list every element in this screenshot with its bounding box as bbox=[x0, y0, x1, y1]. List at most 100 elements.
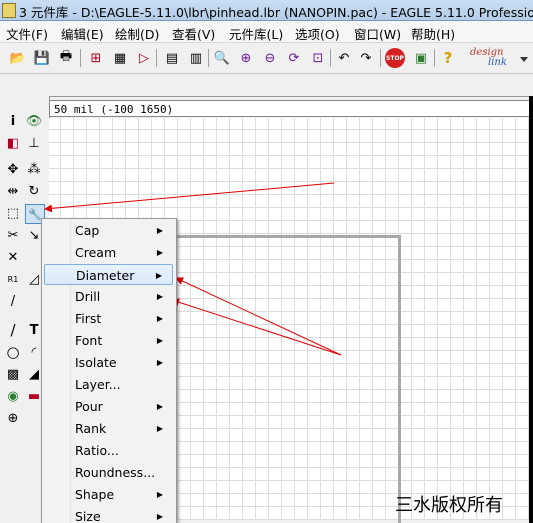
menu-item-label: Shape bbox=[75, 487, 115, 502]
menu-item-label: Layer... bbox=[75, 377, 121, 392]
mark-icon[interactable]: ⊥ bbox=[25, 134, 43, 152]
window-frame bbox=[529, 96, 533, 523]
submenu-arrow-icon: ▶ bbox=[156, 402, 163, 411]
menu-item-pour[interactable]: Pour ▶ bbox=[44, 396, 173, 417]
info-icon[interactable]: i bbox=[4, 112, 22, 130]
schematic-icon[interactable]: ▦ bbox=[110, 48, 130, 68]
submenu-arrow-icon: ▶ bbox=[156, 490, 163, 499]
wire-icon[interactable]: / bbox=[4, 292, 22, 310]
submenu-arrow-icon: ▶ bbox=[156, 424, 163, 433]
menu-item-label: Drill bbox=[75, 289, 101, 304]
delete-icon[interactable]: ✕ bbox=[4, 248, 22, 266]
rotate-icon[interactable]: ↻ bbox=[25, 182, 43, 200]
package-outline[interactable] bbox=[172, 235, 401, 523]
menu-item-drill[interactable]: Drill ▶ bbox=[44, 286, 173, 307]
zoom-select-icon[interactable]: ⊡ bbox=[308, 48, 328, 68]
menu-options[interactable]: 选项(O) bbox=[295, 24, 340, 43]
copyright-watermark: 三水版权所有 bbox=[395, 495, 503, 516]
menu-window[interactable]: 窗口(W) bbox=[354, 24, 401, 43]
submenu-arrow-icon: ▶ bbox=[156, 336, 163, 345]
menu-item-first[interactable]: First ▶ bbox=[44, 308, 173, 329]
save-icon[interactable]: 💾 bbox=[32, 48, 52, 68]
menu-item-label: Ratio... bbox=[75, 443, 119, 458]
menu-item-label: Cream bbox=[75, 245, 117, 260]
rect-icon[interactable]: ▩ bbox=[4, 365, 22, 383]
circle-icon[interactable]: ○ bbox=[4, 343, 22, 361]
window-title: 3 元件库 - D:\EAGLE-5.11.0\lbr\pinhead.lbr … bbox=[19, 5, 533, 20]
undo-icon[interactable]: ↶ bbox=[334, 48, 354, 68]
menu-item-isolate[interactable]: Isolate ▶ bbox=[44, 352, 173, 373]
group-icon[interactable]: ⬚ bbox=[4, 204, 22, 222]
menu-item-shape[interactable]: Shape ▶ bbox=[44, 484, 173, 505]
menu-library[interactable]: 元件库(L) bbox=[229, 24, 283, 43]
submenu-arrow-icon: ▶ bbox=[156, 314, 163, 323]
menu-bar: 文件(F) 编辑(E) 绘制(D) 查看(V) 元件库(L) 选项(O) 窗口(… bbox=[0, 21, 533, 43]
symbol-icon[interactable]: ▷ bbox=[134, 48, 154, 68]
menu-item-layer[interactable]: Layer... bbox=[44, 374, 173, 395]
ulp-icon[interactable]: ▥ bbox=[186, 48, 206, 68]
menu-draw[interactable]: 绘制(D) bbox=[115, 24, 159, 43]
hole-icon[interactable]: ⊕ bbox=[4, 409, 22, 427]
cut-icon[interactable]: ✂ bbox=[4, 226, 22, 244]
title-bar[interactable]: 3 元件库 - D:\EAGLE-5.11.0\lbr\pinhead.lbr … bbox=[0, 0, 533, 21]
logo-line-2: link bbox=[488, 57, 507, 68]
menu-item-label: Diameter bbox=[76, 268, 135, 283]
toolbar-separator bbox=[208, 49, 209, 67]
menu-edit[interactable]: 编辑(E) bbox=[61, 24, 104, 43]
toolbar-separator bbox=[330, 49, 331, 67]
zoom-out-icon[interactable]: ⊖ bbox=[260, 48, 280, 68]
layer-display-icon[interactable]: ◧ bbox=[4, 134, 22, 152]
toolbar-separator bbox=[156, 49, 157, 67]
menu-item-size[interactable]: Size ▶ bbox=[44, 506, 173, 523]
submenu-arrow-icon: ▶ bbox=[155, 271, 162, 280]
eye-icon[interactable]: 👁 bbox=[25, 112, 43, 130]
copy-icon[interactable]: ⁂ bbox=[25, 160, 43, 178]
menu-item-label: First bbox=[75, 311, 102, 326]
menu-item-cap[interactable]: Cap ▶ bbox=[44, 220, 173, 241]
menu-item-rank[interactable]: Rank ▶ bbox=[44, 418, 173, 439]
toolbar-dropdown-icon[interactable] bbox=[520, 57, 528, 62]
toolbar: 📂 💾 🖶 ⊞ ▦ ▷ ▤ ▥ 🔍 ⊕ ⊖ ⟳ ⊡ ↶ ↷ STOP ▣ ? d… bbox=[0, 43, 533, 74]
eagle-window: 3 元件库 - D:\EAGLE-5.11.0\lbr\pinhead.lbr … bbox=[0, 0, 533, 523]
submenu-arrow-icon: ▶ bbox=[156, 512, 163, 521]
designlink-logo[interactable]: design link bbox=[470, 48, 518, 68]
submenu-arrow-icon: ▶ bbox=[156, 292, 163, 301]
script-icon[interactable]: ▤ bbox=[162, 48, 182, 68]
mirror-icon[interactable]: ⇹ bbox=[4, 182, 22, 200]
submenu-arrow-icon: ▶ bbox=[156, 226, 163, 235]
wire-icon[interactable]: / bbox=[4, 321, 22, 339]
menu-item-label: Font bbox=[75, 333, 103, 348]
print-icon[interactable]: 🖶 bbox=[56, 48, 76, 68]
menu-item-diameter[interactable]: Diameter ▶ bbox=[44, 264, 173, 285]
menu-view[interactable]: 查看(V) bbox=[172, 24, 215, 43]
pad-icon[interactable]: ◉ bbox=[4, 387, 22, 405]
menu-item-ratio[interactable]: Ratio... bbox=[44, 440, 173, 461]
zoom-fit-icon[interactable]: 🔍 bbox=[212, 48, 232, 68]
redo-icon[interactable]: ↷ bbox=[356, 48, 376, 68]
menu-item-font[interactable]: Font ▶ bbox=[44, 330, 173, 351]
submenu-arrow-icon: ▶ bbox=[156, 248, 163, 257]
toolbar-separator bbox=[434, 49, 435, 67]
cam-processor-icon[interactable]: ⊞ bbox=[86, 48, 106, 68]
menu-file[interactable]: 文件(F) bbox=[6, 24, 48, 43]
menu-item-cream[interactable]: Cream ▶ bbox=[44, 242, 173, 263]
stop-icon[interactable]: STOP bbox=[385, 48, 405, 68]
move-icon[interactable]: ✥ bbox=[4, 160, 22, 178]
toolbar-separator bbox=[380, 49, 381, 67]
menu-item-label: Roundness... bbox=[75, 465, 156, 480]
menu-item-label: Size bbox=[75, 509, 101, 523]
menu-item-roundness[interactable]: Roundness... bbox=[44, 462, 173, 483]
menu-item-label: Rank bbox=[75, 421, 107, 436]
help-icon[interactable]: ? bbox=[438, 48, 458, 68]
name-icon[interactable]: R1 bbox=[4, 270, 22, 288]
menu-help[interactable]: 帮助(H) bbox=[411, 24, 455, 43]
parameter-toolbar bbox=[0, 74, 533, 97]
coordinate-display: 50 mil (-100 1650) bbox=[49, 100, 533, 117]
submenu-arrow-icon: ▶ bbox=[156, 358, 163, 367]
app-icon bbox=[2, 3, 16, 18]
redraw-icon[interactable]: ⟳ bbox=[284, 48, 304, 68]
menu-item-label: Isolate bbox=[75, 355, 117, 370]
open-folder-icon[interactable]: 📂 bbox=[8, 48, 28, 68]
zoom-in-icon[interactable]: ⊕ bbox=[236, 48, 256, 68]
go-icon[interactable]: ▣ bbox=[411, 48, 431, 68]
